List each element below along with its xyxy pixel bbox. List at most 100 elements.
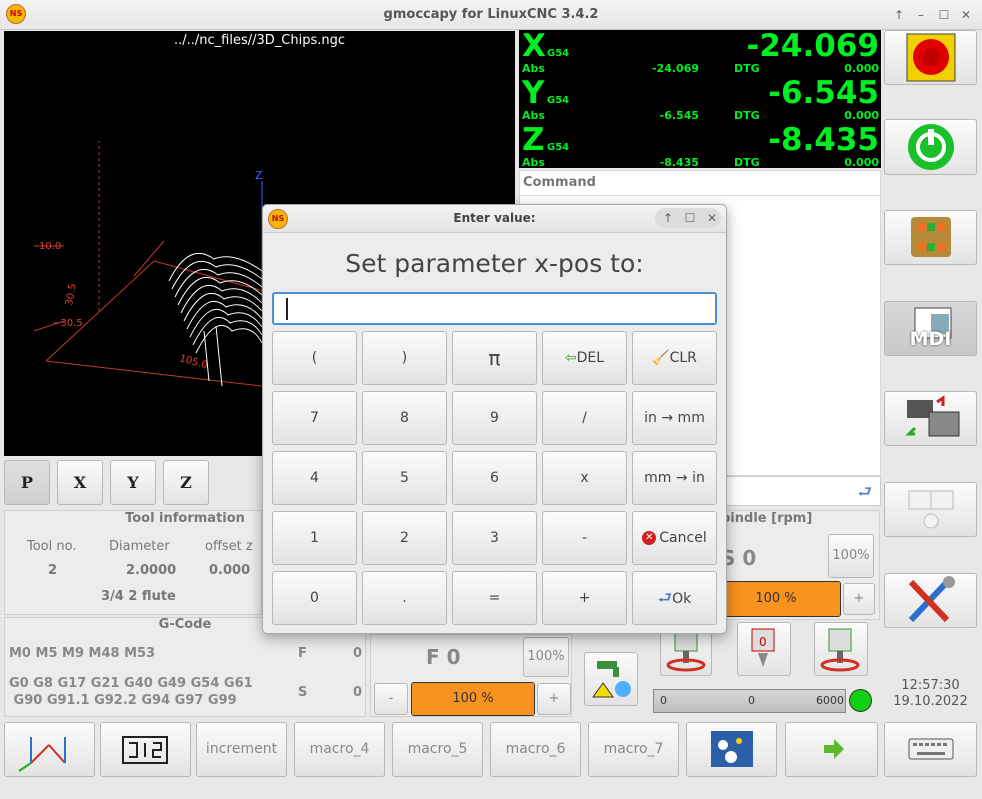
axis-z-dtg: 0.000: [844, 156, 879, 169]
spindle-override-bar[interactable]: 100 %: [711, 581, 841, 617]
increment-button[interactable]: increment: [196, 722, 287, 777]
key-6[interactable]: 6: [452, 451, 537, 505]
key-close-paren[interactable]: ): [362, 331, 447, 385]
key-clr[interactable]: 🧹CLR: [632, 331, 717, 385]
spindle-plus-button[interactable]: +: [843, 583, 875, 615]
axis-y-abs: -6.545: [659, 109, 699, 122]
auto-mode-button[interactable]: [884, 391, 977, 446]
mdi-mode-button[interactable]: MDI: [884, 301, 977, 356]
tool-info-panel: Tool information Tool no. Diameter offse…: [4, 510, 262, 615]
auto-machine-icon: [905, 395, 960, 437]
offset-z-value: 0.000: [209, 563, 251, 578]
key-in-to-mm[interactable]: in → mm: [632, 391, 717, 445]
spindle-speed-gauge: 0 0 6000: [653, 689, 846, 713]
view-z-button[interactable]: Z: [163, 460, 209, 505]
spindle-override-reset-button[interactable]: 100%: [828, 534, 874, 578]
spindle-at-speed-led: [849, 689, 872, 712]
machine-power-button[interactable]: [884, 119, 977, 175]
dim-label: 10.0: [39, 241, 61, 252]
clock-date: 19.10.2022: [893, 694, 968, 709]
axis-x-value: -24.069: [746, 28, 880, 64]
gcode-s-value: 0: [353, 685, 363, 700]
keyboard-button[interactable]: [884, 722, 977, 777]
key-del[interactable]: ⇦DEL: [542, 331, 627, 385]
key-9[interactable]: 9: [452, 391, 537, 445]
key-equals[interactable]: =: [452, 571, 537, 625]
jog-icon: [911, 217, 951, 257]
axis-x-abs: -24.069: [651, 62, 699, 75]
minimize-icon[interactable]: –: [912, 6, 930, 24]
axis-z-abs-label: Abs: [522, 156, 545, 169]
enter-icon[interactable]: ⮐: [858, 481, 872, 508]
maximize-icon[interactable]: ☐: [935, 6, 953, 24]
macro-4-button[interactable]: macro_4: [294, 722, 385, 777]
close-icon[interactable]: ✕: [957, 6, 975, 24]
cancel-button[interactable]: ✕ Cancel: [632, 511, 717, 565]
command-label: Command: [523, 175, 596, 190]
axis-y-dtg-label: DTG: [734, 109, 760, 122]
ok-button[interactable]: ⮐Ok: [632, 571, 717, 625]
key-7[interactable]: 7: [272, 391, 357, 445]
key-2[interactable]: 2: [362, 511, 447, 565]
dialog-keep-above-icon[interactable]: ↑: [659, 209, 677, 227]
arrow-right-icon: [824, 739, 844, 759]
axis-view-button[interactable]: [4, 722, 95, 777]
gcode-icon: [122, 736, 168, 764]
key-8[interactable]: 8: [362, 391, 447, 445]
tools-button[interactable]: [884, 573, 977, 628]
code-view-button[interactable]: [100, 722, 191, 777]
key-plus[interactable]: +: [542, 571, 627, 625]
axis-z-letter: Z: [522, 122, 545, 158]
value-input[interactable]: [272, 292, 717, 325]
spindle-reverse-button[interactable]: [814, 622, 868, 676]
key-5[interactable]: 5: [362, 451, 447, 505]
keep-above-icon[interactable]: ↑: [890, 6, 908, 24]
dialog-maximize-icon[interactable]: ☐: [681, 209, 699, 227]
coolant-button[interactable]: [584, 652, 638, 706]
dim-label: −30.5: [52, 318, 83, 329]
view-y-button[interactable]: Y: [110, 460, 156, 505]
axis-x-letter: X: [522, 28, 546, 64]
key-multiply[interactable]: x: [542, 451, 627, 505]
spindle-override-text: 100 %: [755, 591, 797, 606]
view-perspective-button[interactable]: P: [4, 460, 50, 505]
gauge-max: 6000: [816, 694, 844, 707]
user-tabs-icon: [711, 731, 753, 767]
axis-z-coord: G54: [547, 142, 570, 153]
manual-mode-button[interactable]: [884, 210, 977, 265]
key-pi[interactable]: π: [452, 331, 537, 385]
spindle-stop-button[interactable]: 0: [737, 622, 791, 676]
feed-override-reset-button[interactable]: 100%: [523, 637, 569, 677]
axis-x-abs-label: Abs: [522, 62, 545, 75]
title-bar: NS gmoccapy for LinuxCNC 3.4.2 ↑ – ☐ ✕: [0, 0, 982, 30]
key-4[interactable]: 4: [272, 451, 357, 505]
key-open-paren[interactable]: (: [272, 331, 357, 385]
key-decimal[interactable]: .: [362, 571, 447, 625]
feed-minus-button[interactable]: -: [374, 683, 408, 715]
feed-value: F 0: [426, 645, 461, 669]
view-x-button[interactable]: X: [57, 460, 103, 505]
enter-icon: ⮐: [657, 588, 673, 607]
dim-label: 30.5: [64, 283, 79, 307]
user-tabs-button[interactable]: [686, 722, 777, 777]
macro-5-button[interactable]: macro_5: [392, 722, 483, 777]
key-divide[interactable]: /: [542, 391, 627, 445]
key-0[interactable]: 0: [272, 571, 357, 625]
axis-z-abs: -8.435: [659, 156, 699, 169]
key-minus[interactable]: -: [542, 511, 627, 565]
estop-button[interactable]: [884, 30, 977, 85]
axis-y-value: -6.545: [768, 75, 879, 111]
tool-description: 3/4 2 flute: [101, 589, 176, 604]
key-mm-to-in[interactable]: mm → in: [632, 451, 717, 505]
feed-plus-button[interactable]: +: [537, 683, 571, 715]
dialog-close-icon[interactable]: ✕: [703, 209, 721, 227]
next-page-button[interactable]: [785, 722, 878, 777]
macro-6-button[interactable]: macro_6: [490, 722, 581, 777]
mcode-line: M0 M5 M9 M48 M53: [9, 646, 156, 661]
key-1[interactable]: 1: [272, 511, 357, 565]
window-title: gmoccapy for LinuxCNC 3.4.2: [383, 7, 599, 22]
macro-7-button[interactable]: macro_7: [588, 722, 679, 777]
backspace-icon: ⇦: [564, 350, 577, 366]
key-3[interactable]: 3: [452, 511, 537, 565]
feed-override-bar[interactable]: 100 %: [411, 682, 535, 716]
